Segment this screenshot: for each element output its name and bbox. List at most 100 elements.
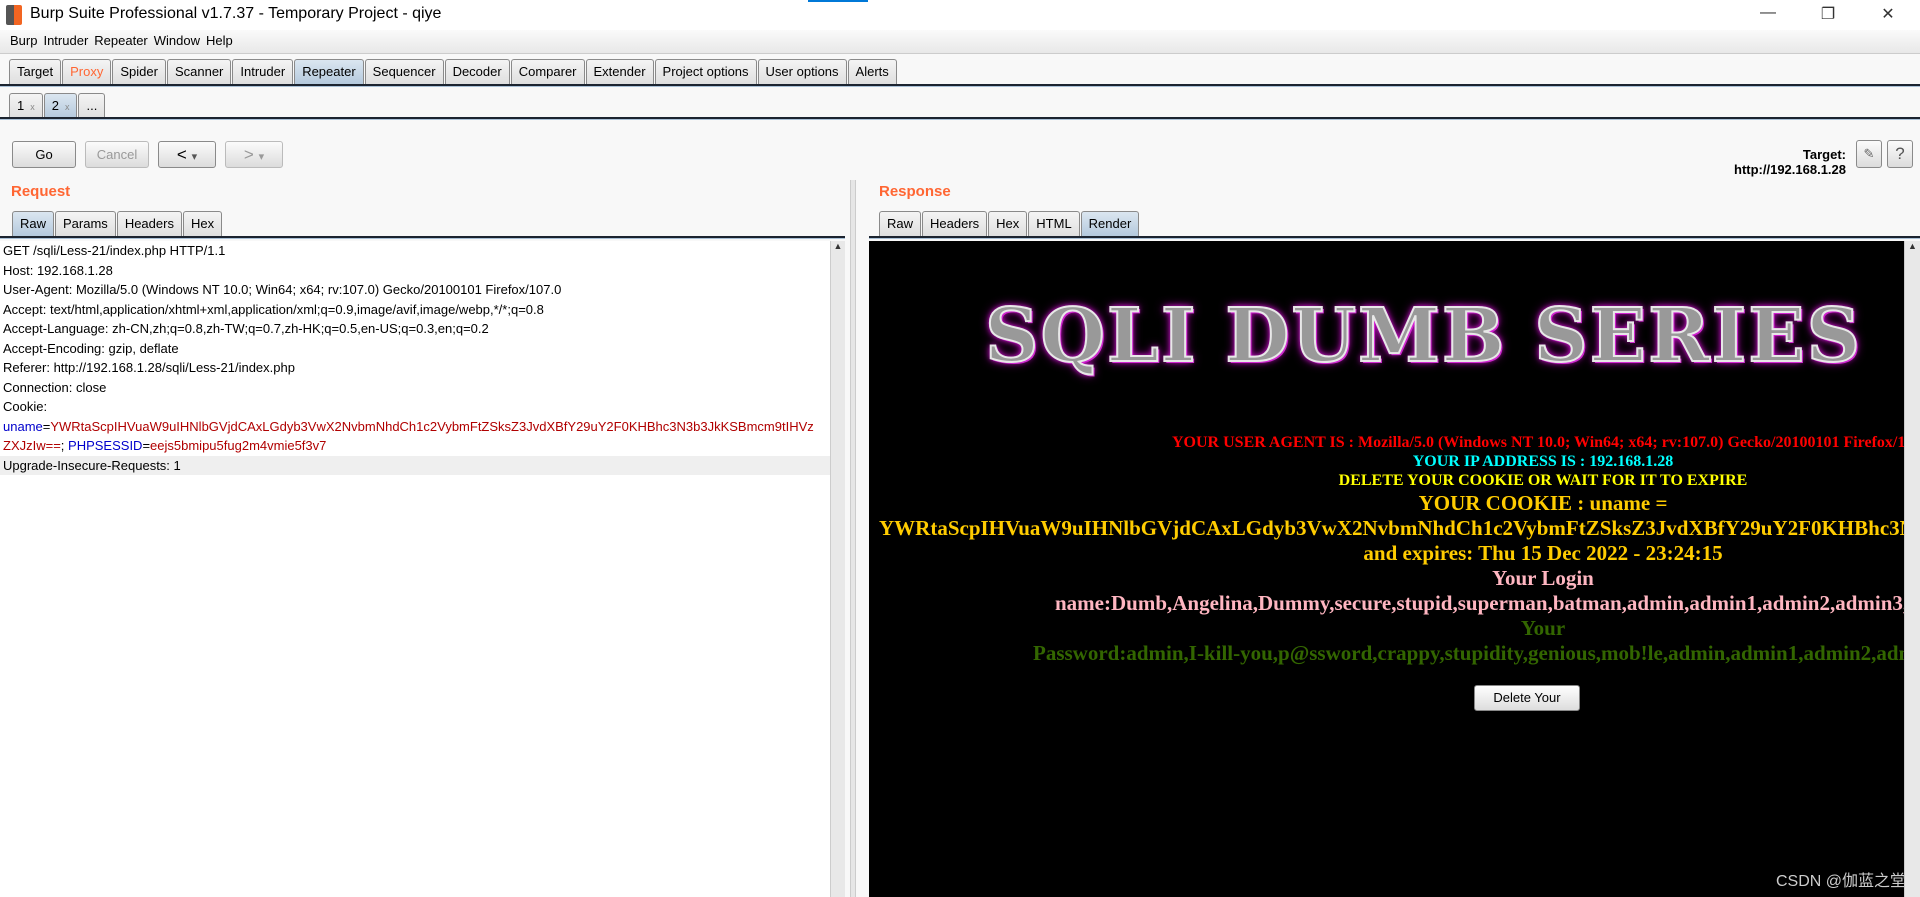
tab-repeater[interactable]: Repeater	[294, 59, 364, 85]
forward-icon: >	[243, 145, 254, 164]
request-tab-params[interactable]: Params	[55, 211, 116, 237]
tab-project-options[interactable]: Project options	[654, 59, 757, 85]
forward-menu-icon[interactable]: ▾	[259, 151, 265, 163]
request-line: Referer: http://192.168.1.28/sqli/Less-2…	[3, 360, 295, 375]
request-line: Accept-Encoding: gzip, deflate	[3, 340, 179, 356]
response-scrollbar[interactable]: ▲	[1904, 241, 1920, 897]
maximize-button[interactable]: ❐	[1813, 4, 1843, 24]
passwords: Password:admin,I-kill-you,p@ssword,crapp…	[1033, 641, 1904, 665]
target-label: Target: http://192.168.1.28	[1734, 147, 1846, 177]
tab-sequencer[interactable]: Sequencer	[364, 59, 444, 85]
login-names: name:Dumb,Angelina,Dummy,secure,stupid,s…	[1055, 591, 1904, 615]
title-bar: Burp Suite Professional v1.7.37 - Tempor…	[0, 0, 1920, 30]
minimize-button[interactable]: —	[1753, 4, 1783, 22]
back-button[interactable]: < ▾	[158, 141, 216, 168]
request-tab-hex[interactable]: Hex	[182, 211, 223, 237]
pencil-icon: ✎	[1863, 146, 1875, 161]
tab-divider	[0, 84, 1920, 87]
request-tab-headers[interactable]: Headers	[116, 211, 182, 237]
repeater-tab-2[interactable]: 2x	[43, 93, 78, 119]
request-line: Accept: text/html,application/xhtml+xml,…	[3, 301, 544, 317]
accent-strip	[808, 0, 868, 2]
repeater-tab-1[interactable]: 1x	[9, 93, 43, 119]
response-tab-render[interactable]: Render	[1080, 211, 1140, 237]
cookie-label: YOUR COOKIE : uname =	[1418, 491, 1668, 515]
request-tabs: Raw Params Headers Hex	[12, 211, 223, 237]
request-tab-raw[interactable]: Raw	[12, 211, 55, 237]
forward-button[interactable]: > ▾	[225, 141, 283, 168]
cookie-value: eejs5bmipu5fug2m4vmie5f3v7	[150, 438, 327, 453]
tab-label: ...	[86, 98, 98, 113]
cookie-name: uname	[3, 418, 43, 434]
equals: =	[142, 438, 151, 453]
request-line: Upgrade-Insecure-Requests: 1	[0, 455, 830, 475]
request-scrollbar[interactable]: ▲	[830, 241, 845, 897]
request-line: Cookie:	[3, 399, 48, 414]
window-title: Burp Suite Professional v1.7.37 - Tempor…	[30, 5, 442, 22]
menu-window[interactable]: Window	[154, 33, 200, 48]
back-icon: <	[176, 145, 187, 164]
go-button[interactable]: Go	[12, 141, 76, 168]
user-agent-text: YOUR USER AGENT IS : Mozilla/5.0 (Window…	[1172, 434, 1904, 451]
password-label: Your	[1520, 616, 1566, 640]
tab-label: 2	[51, 98, 59, 113]
tab-decoder[interactable]: Decoder	[444, 59, 510, 85]
tab-divider	[0, 117, 1920, 120]
response-tab-hex[interactable]: Hex	[988, 211, 1028, 237]
repeater-tab-3[interactable]: ...	[78, 93, 106, 119]
tab-proxy[interactable]: Proxy	[62, 59, 112, 85]
response-tabs: Raw Headers Hex HTML Render	[879, 211, 1140, 237]
delete-cookie-button[interactable]: Delete Your Cookie!	[1474, 685, 1580, 729]
request-line: Connection: close	[3, 379, 107, 395]
sqli-banner: SQLI DUMB SERIES	[984, 292, 1863, 380]
tab-intruder[interactable]: Intruder	[232, 59, 294, 85]
menu-repeater[interactable]: Repeater	[94, 33, 147, 48]
cookie-line-1: uname=YWRtaScpIHVuaW9uIHNlbGVjdCAxLGdyb3…	[0, 417, 830, 437]
watermark: CSDN @伽蓝之堂	[1775, 873, 1906, 890]
cookie-line-2: ZXJzIw==; PHPSESSID=eejs5bmipu5fug2m4vmi…	[0, 436, 830, 456]
menu-bar: Burp Intruder Repeater Window Help	[0, 30, 1920, 54]
main-tabs: Target Proxy Spider Scanner Intruder Repeater…	[9, 59, 898, 85]
burp-logo-icon	[6, 5, 22, 25]
back-menu-icon[interactable]: ▾	[192, 151, 198, 163]
cookie-value: YWRtaScpIHVuaW9uIHNlbGVjdCAxLGdyb3VwX2Nv…	[50, 418, 814, 434]
edit-target-button[interactable]: ✎	[1856, 140, 1882, 168]
menu-intruder[interactable]: Intruder	[43, 33, 88, 48]
request-title: Request	[11, 183, 71, 200]
cancel-button[interactable]: Cancel	[85, 141, 149, 168]
request-line: User-Agent: Mozilla/5.0 (Windows NT 10.0…	[3, 282, 562, 297]
response-tab-headers[interactable]: Headers	[922, 211, 988, 237]
login-label: Your Login	[1492, 566, 1594, 590]
cookie-value-cont: ZXJzIw==	[3, 438, 61, 453]
request-editor[interactable]: GET /sqli/Less-21/index.php HTTP/1.1 Host…	[0, 241, 830, 897]
close-button[interactable]: ✕	[1873, 4, 1903, 24]
cookie-value: YWRtaScpIHVuaW9uIHNlbGVjdCAxLGdyb3VwX2Nv…	[879, 516, 1904, 540]
cookie-name: PHPSESSID	[68, 438, 143, 453]
tab-extender[interactable]: Extender	[585, 59, 654, 85]
split-pane-divider[interactable]	[850, 180, 856, 897]
tab-target[interactable]: Target	[9, 59, 62, 85]
render-view: SQLI DUMB SERIES YOUR USER AGENT IS : Mo…	[869, 241, 1904, 897]
tab-comparer[interactable]: Comparer	[510, 59, 585, 85]
tab-divider	[0, 236, 845, 239]
close-icon[interactable]: x	[30, 102, 35, 112]
request-line: GET /sqli/Less-21/index.php HTTP/1.1	[3, 243, 226, 258]
menu-help[interactable]: Help	[206, 33, 233, 48]
request-line: Host: 192.168.1.28	[3, 262, 113, 278]
tab-spider[interactable]: Spider	[112, 59, 166, 85]
help-button[interactable]: ?	[1887, 140, 1913, 168]
repeater-tabs: 1 x 2 x...	[9, 93, 106, 119]
close-icon[interactable]: x	[65, 102, 70, 112]
tab-scanner[interactable]: Scanner	[166, 59, 232, 85]
tab-alerts[interactable]: Alerts	[847, 59, 897, 85]
response-tab-raw[interactable]: Raw	[879, 211, 922, 237]
menu-burp[interactable]: Burp	[10, 33, 37, 48]
request-line: Accept-Language: zh-CN,zh;q=0.8,zh-TW;q=…	[3, 321, 489, 336]
response-title: Response	[879, 183, 951, 200]
tab-user-options[interactable]: User options	[757, 59, 847, 85]
expires-text: and expires: Thu 15 Dec 2022 - 23:24:15	[1363, 541, 1723, 565]
ip-text: YOUR IP ADDRESS IS : 192.168.1.28	[1412, 453, 1674, 470]
tab-label: 1	[17, 98, 25, 113]
response-tab-html[interactable]: HTML	[1028, 211, 1080, 237]
separator: ;	[60, 438, 69, 453]
